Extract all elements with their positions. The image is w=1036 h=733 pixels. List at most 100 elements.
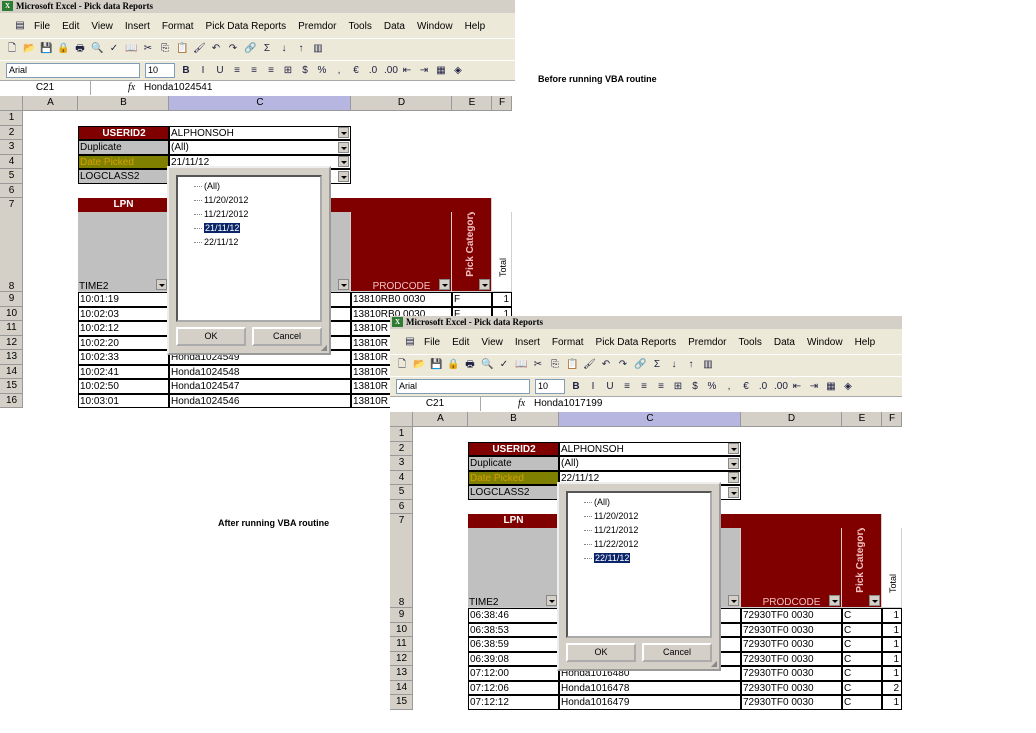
undo-icon[interactable]: ↶ <box>600 359 612 371</box>
research-icon[interactable]: 📖 <box>515 359 527 371</box>
column-header-A[interactable]: A <box>23 96 78 111</box>
align-left-icon[interactable]: ≡ <box>231 65 243 77</box>
menu-view[interactable]: View <box>475 337 509 348</box>
filter-item[interactable]: 22/11/12 <box>194 236 320 250</box>
align-left-icon[interactable]: ≡ <box>621 381 633 393</box>
logclass-label[interactable]: LOGCLASS2 <box>468 485 559 500</box>
open-icon[interactable]: 📂 <box>23 43 35 55</box>
time-cell[interactable]: 07:12:06 <box>468 680 559 695</box>
category-cell[interactable]: C <box>842 651 882 666</box>
time-cell[interactable]: 06:38:59 <box>468 637 559 652</box>
total-cell[interactable]: 1 <box>882 666 902 681</box>
percent-icon[interactable]: % <box>706 381 718 393</box>
time-cell[interactable]: 07:12:00 <box>468 666 559 681</box>
prodcode-cell[interactable]: 72930TF0 0030 <box>741 680 842 695</box>
outdent-icon[interactable]: ⇤ <box>401 65 413 77</box>
sort-asc-icon[interactable]: ↓ <box>668 359 680 371</box>
total-cell[interactable]: 1 <box>492 292 512 307</box>
ok-button[interactable]: OK <box>566 643 636 662</box>
time-cell[interactable]: 06:39:08 <box>468 651 559 666</box>
total-field[interactable]: Total <box>492 212 512 292</box>
column-header-F[interactable]: F <box>882 412 902 427</box>
chart-icon[interactable]: ▥ <box>312 43 324 55</box>
menu-format[interactable]: Format <box>156 21 200 32</box>
name-box[interactable]: C21 <box>390 397 481 411</box>
time-cell[interactable]: 10:02:50 <box>78 379 169 394</box>
dropdown-arrow-button[interactable] <box>479 279 490 290</box>
hyperlink-icon[interactable]: 🔗 <box>634 359 646 371</box>
filter-item[interactable]: 11/21/2012 <box>194 208 320 222</box>
inc-decimal-icon[interactable]: .0 <box>367 65 379 77</box>
underline-icon[interactable]: U <box>604 381 616 393</box>
prodcode-cell[interactable]: 72930TF0 0030 <box>741 622 842 637</box>
align-right-icon[interactable]: ≡ <box>265 65 277 77</box>
undo-icon[interactable]: ↶ <box>210 43 222 55</box>
lpn-cell[interactable]: Honda1016479 <box>559 695 741 710</box>
total-cell[interactable]: 1 <box>882 608 902 623</box>
dropdown-arrow-button[interactable] <box>338 279 349 290</box>
time-cell[interactable]: 06:38:53 <box>468 622 559 637</box>
align-right-icon[interactable]: ≡ <box>655 381 667 393</box>
dropdown-arrow-button[interactable] <box>829 595 840 606</box>
duplicate-label[interactable]: Duplicate <box>78 140 169 155</box>
lpn-cell[interactable]: Honda1024548 <box>169 364 351 379</box>
print-icon[interactable]: 🖶 <box>74 43 86 55</box>
logclass-label[interactable]: LOGCLASS2 <box>78 169 169 184</box>
menu-window[interactable]: Window <box>411 21 459 32</box>
time-cell[interactable]: 10:02:20 <box>78 335 169 350</box>
total-cell[interactable]: 1 <box>882 637 902 652</box>
menu-insert[interactable]: Insert <box>119 21 156 32</box>
dropdown-arrow-button[interactable] <box>156 279 167 290</box>
resize-grip-icon[interactable]: ◢ <box>711 659 717 668</box>
sort-asc-icon[interactable]: ↓ <box>278 43 290 55</box>
prodcode-cell[interactable]: 13810RB0 0030 <box>351 292 452 307</box>
filter-item[interactable]: 21/11/12 <box>194 222 320 236</box>
dropdown-arrow-button[interactable] <box>728 443 739 454</box>
center-icon[interactable]: ≡ <box>248 65 260 77</box>
paste-icon[interactable]: 📋 <box>566 359 578 371</box>
time-cell[interactable]: 07:12:12 <box>468 695 559 710</box>
column-header-E[interactable]: E <box>452 96 492 111</box>
dec-decimal-icon[interactable]: .00 <box>384 65 398 77</box>
userid-label[interactable]: USERID2 <box>78 125 169 140</box>
comma-icon[interactable]: , <box>333 65 345 77</box>
borders-icon[interactable]: ▦ <box>825 381 837 393</box>
column-header-F[interactable]: F <box>492 96 512 111</box>
menu-help[interactable]: Help <box>849 337 882 348</box>
filter-item[interactable]: (All) <box>194 180 320 194</box>
autosum-icon[interactable]: Σ <box>261 43 273 55</box>
time-cell[interactable]: 06:38:46 <box>468 608 559 623</box>
menu-tools[interactable]: Tools <box>733 337 768 348</box>
menu-window[interactable]: Window <box>801 337 849 348</box>
copy-icon[interactable]: ⎘ <box>549 359 561 371</box>
dropdown-arrow-button[interactable] <box>728 595 739 606</box>
filter-item[interactable]: 22/11/12 <box>584 552 710 566</box>
font-size-select[interactable]: 10 <box>145 63 175 78</box>
time2-field[interactable]: TIME2 <box>468 528 559 608</box>
sort-desc-icon[interactable]: ↑ <box>685 359 697 371</box>
open-icon[interactable]: 📂 <box>413 359 425 371</box>
dropdown-arrow-button[interactable] <box>338 170 349 182</box>
chart-icon[interactable]: ▥ <box>702 359 714 371</box>
menu-file[interactable]: File <box>418 337 446 348</box>
time-cell[interactable]: 10:02:03 <box>78 306 169 321</box>
format-painter-icon[interactable]: 🖌 <box>583 359 596 371</box>
percent-icon[interactable]: % <box>316 65 328 77</box>
menu-edit[interactable]: Edit <box>56 21 85 32</box>
worksheet-grid[interactable]: A B C D E F 1 2 3 4 5 6 7 8 9 10 11 12 13 14 15 USERID2 ALPHON… <box>390 412 902 713</box>
sort-desc-icon[interactable]: ↑ <box>295 43 307 55</box>
prodcode-cell[interactable]: 72930TF0 0030 <box>741 637 842 652</box>
total-cell[interactable]: 1 <box>882 651 902 666</box>
preview-icon[interactable]: 🔍 <box>481 359 493 371</box>
lpn-cell[interactable]: Honda1024547 <box>169 379 351 394</box>
underline-icon[interactable]: U <box>214 65 226 77</box>
dropdown-arrow-button[interactable] <box>338 156 349 167</box>
spelling-icon[interactable]: ✓ <box>498 359 510 371</box>
menu-insert[interactable]: Insert <box>509 337 546 348</box>
filter-item[interactable]: 11/20/2012 <box>194 194 320 208</box>
duplicate-filter[interactable]: (All) <box>169 140 351 155</box>
format-painter-icon[interactable]: 🖌 <box>193 43 206 55</box>
formula-input[interactable]: Honda1017199 <box>534 397 602 411</box>
column-header-B[interactable]: B <box>78 96 169 111</box>
userid-label[interactable]: USERID2 <box>468 441 559 456</box>
